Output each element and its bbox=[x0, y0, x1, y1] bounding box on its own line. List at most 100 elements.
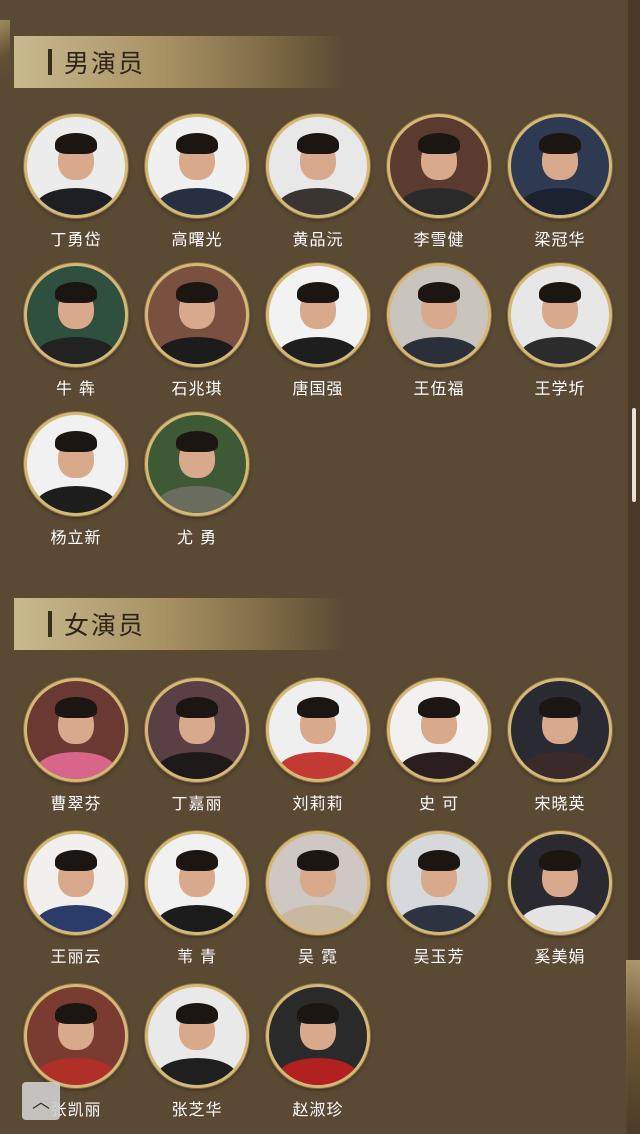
portrait-hair bbox=[297, 281, 339, 304]
portrait-hair bbox=[176, 281, 218, 304]
actor-name: 赵淑珍 bbox=[292, 1100, 344, 1119]
actor-name: 唐国强 bbox=[292, 379, 344, 398]
portrait-shoulders bbox=[399, 904, 479, 932]
portrait-shoulders bbox=[278, 751, 358, 779]
portrait-shoulders bbox=[36, 904, 116, 932]
actor-card[interactable]: 王丽云 bbox=[16, 831, 136, 967]
decorative-gold-ribbon-right bbox=[626, 960, 640, 1134]
actor-portrait bbox=[387, 263, 491, 367]
portrait-shoulders bbox=[36, 336, 116, 364]
actor-name: 牛 犇 bbox=[55, 379, 97, 398]
actor-name: 王伍福 bbox=[413, 379, 465, 398]
actor-card[interactable]: 牛 犇 bbox=[16, 263, 136, 399]
actor-name: 奚美娟 bbox=[534, 947, 586, 966]
portrait-hair bbox=[55, 849, 97, 872]
actor-portrait bbox=[508, 114, 612, 218]
actor-portrait bbox=[24, 984, 128, 1088]
portrait-shoulders bbox=[278, 187, 358, 215]
actor-card[interactable]: 王学圻 bbox=[500, 263, 620, 399]
portrait-shoulders bbox=[520, 187, 600, 215]
actor-portrait bbox=[24, 678, 128, 782]
portrait-shoulders bbox=[157, 751, 237, 779]
portrait-hair bbox=[297, 696, 339, 719]
actor-card[interactable]: 苇 青 bbox=[137, 831, 257, 967]
actor-card[interactable]: 史 可 bbox=[379, 678, 499, 814]
actor-portrait bbox=[24, 412, 128, 516]
portrait-shoulders bbox=[157, 187, 237, 215]
actor-card[interactable]: 张芝华 bbox=[137, 984, 257, 1120]
portrait-hair bbox=[297, 849, 339, 872]
actor-card[interactable]: 唐国强 bbox=[258, 263, 378, 399]
actor-card[interactable]: 梁冠华 bbox=[500, 114, 620, 250]
actor-card[interactable]: 杨立新 bbox=[16, 412, 136, 548]
actor-portrait bbox=[24, 263, 128, 367]
actor-name: 杨立新 bbox=[50, 528, 102, 547]
actor-card[interactable]: 石兆琪 bbox=[137, 263, 257, 399]
portrait-hair bbox=[176, 132, 218, 155]
actor-card[interactable]: 丁嘉丽 bbox=[137, 678, 257, 814]
actor-portrait bbox=[508, 263, 612, 367]
portrait-shoulders bbox=[399, 751, 479, 779]
actor-name: 黄品沅 bbox=[292, 230, 344, 249]
portrait-hair bbox=[297, 1002, 339, 1025]
portrait-shoulders bbox=[520, 336, 600, 364]
back-to-top-button[interactable]: ︿ bbox=[22, 1082, 60, 1120]
actor-card[interactable]: 吴 霓 bbox=[258, 831, 378, 967]
actor-portrait bbox=[145, 412, 249, 516]
actor-name: 曹翠芬 bbox=[50, 794, 102, 813]
actor-name: 吴玉芳 bbox=[413, 947, 465, 966]
actor-portrait bbox=[508, 678, 612, 782]
actor-portrait bbox=[266, 831, 370, 935]
actor-name: 吴 霓 bbox=[297, 947, 339, 966]
section-header-bar bbox=[48, 49, 52, 75]
portrait-shoulders bbox=[520, 904, 600, 932]
actor-name: 石兆琪 bbox=[171, 379, 223, 398]
section-title: 女演员 bbox=[64, 611, 146, 640]
actor-portrait bbox=[266, 263, 370, 367]
actor-card[interactable]: 奚美娟 bbox=[500, 831, 620, 967]
portrait-hair bbox=[539, 849, 581, 872]
portrait-hair bbox=[55, 696, 97, 719]
section-header-bar bbox=[48, 611, 52, 637]
actor-portrait bbox=[266, 984, 370, 1088]
actor-name: 刘莉莉 bbox=[292, 794, 344, 813]
actor-name: 高曙光 bbox=[171, 230, 223, 249]
portrait-hair bbox=[176, 430, 218, 453]
actor-card[interactable]: 高曙光 bbox=[137, 114, 257, 250]
actor-portrait bbox=[387, 831, 491, 935]
actor-name: 尤 勇 bbox=[176, 528, 218, 547]
scrollbar-thumb[interactable] bbox=[632, 408, 636, 502]
actor-card[interactable]: 刘莉莉 bbox=[258, 678, 378, 814]
portrait-hair bbox=[539, 696, 581, 719]
actor-portrait bbox=[145, 831, 249, 935]
decorative-gold-ribbon-left bbox=[0, 20, 10, 80]
actor-card[interactable]: 吴玉芳 bbox=[379, 831, 499, 967]
actor-card[interactable]: 宋晓英 bbox=[500, 678, 620, 814]
actor-card[interactable]: 赵淑珍 bbox=[258, 984, 378, 1120]
actor-name: 王丽云 bbox=[50, 947, 102, 966]
portrait-hair bbox=[539, 132, 581, 155]
actor-card[interactable]: 尤 勇 bbox=[137, 412, 257, 548]
portrait-hair bbox=[539, 281, 581, 304]
portrait-shoulders bbox=[278, 336, 358, 364]
actor-card[interactable]: 王伍福 bbox=[379, 263, 499, 399]
actor-card[interactable]: 丁勇岱 bbox=[16, 114, 136, 250]
portrait-hair bbox=[418, 132, 460, 155]
actor-card[interactable]: 曹翠芬 bbox=[16, 678, 136, 814]
portrait-shoulders bbox=[157, 1057, 237, 1085]
actor-portrait bbox=[387, 678, 491, 782]
actor-portrait bbox=[145, 984, 249, 1088]
actor-name: 丁勇岱 bbox=[50, 230, 102, 249]
portrait-hair bbox=[55, 132, 97, 155]
actor-portrait bbox=[387, 114, 491, 218]
portrait-shoulders bbox=[278, 1057, 358, 1085]
portrait-shoulders bbox=[520, 751, 600, 779]
portrait-shoulders bbox=[36, 751, 116, 779]
actor-portrait bbox=[266, 114, 370, 218]
actor-card[interactable]: 李雪健 bbox=[379, 114, 499, 250]
portrait-shoulders bbox=[157, 904, 237, 932]
actor-name: 史 可 bbox=[418, 794, 460, 813]
portrait-hair bbox=[176, 696, 218, 719]
actor-card[interactable]: 黄品沅 bbox=[258, 114, 378, 250]
portrait-hair bbox=[176, 849, 218, 872]
